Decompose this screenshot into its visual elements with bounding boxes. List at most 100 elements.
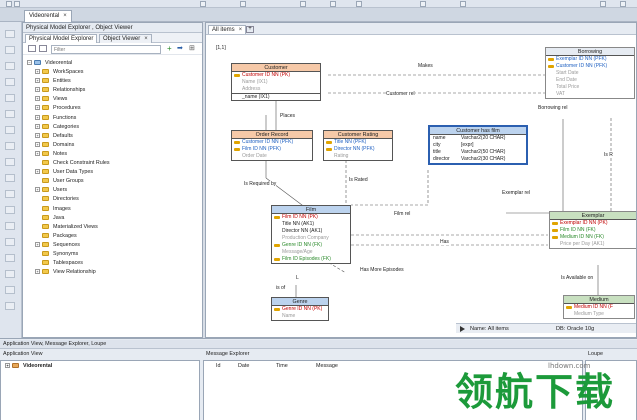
tree-item[interactable]: Java bbox=[35, 213, 64, 223]
panel-icon[interactable] bbox=[5, 302, 15, 310]
tree-item[interactable]: + User Data Types bbox=[35, 168, 93, 177]
expand-icon[interactable]: + bbox=[35, 123, 40, 129]
expand-icon[interactable]: + bbox=[5, 363, 10, 368]
expand-icon[interactable]: + bbox=[35, 105, 40, 111]
tree-item[interactable]: + View Relationship bbox=[35, 268, 96, 277]
relationship-label[interactable]: Is Required by bbox=[244, 181, 277, 187]
panel-icon[interactable] bbox=[5, 110, 15, 118]
expand-icon[interactable]: + bbox=[35, 241, 40, 247]
tree-item[interactable]: + Entities bbox=[35, 77, 71, 86]
filter-input[interactable] bbox=[51, 45, 161, 54]
panel-icon[interactable] bbox=[5, 254, 15, 262]
entity-exemplar[interactable]: Exemplar Exemplar ID NN (PK) Film ID NN … bbox=[549, 211, 636, 249]
tree-item[interactable]: Tablespaces bbox=[35, 259, 83, 268]
column-header-id[interactable]: Id bbox=[216, 363, 221, 369]
toolbar-button[interactable] bbox=[460, 1, 466, 7]
entity-customer-rating[interactable]: Customer Rating Title NN (PFK) Director … bbox=[323, 130, 393, 161]
toolbar-button[interactable] bbox=[356, 1, 362, 7]
tree-item[interactable]: + Domains bbox=[35, 141, 74, 150]
options-icon[interactable]: ⊞ bbox=[189, 44, 195, 52]
panel-icon[interactable] bbox=[5, 174, 15, 182]
toolbar-button[interactable] bbox=[420, 1, 426, 7]
close-icon[interactable]: × bbox=[144, 36, 148, 42]
expand-icon[interactable] bbox=[35, 231, 40, 237]
relationship-label[interactable]: Places bbox=[280, 113, 296, 119]
toolbar-button[interactable] bbox=[620, 1, 626, 7]
column-header-message[interactable]: Message bbox=[316, 363, 338, 369]
expand-icon[interactable] bbox=[35, 259, 40, 265]
sort-icon[interactable] bbox=[39, 45, 47, 52]
panel-icon[interactable] bbox=[5, 62, 15, 70]
tab-physical-model-explorer[interactable]: Physical Model Explorer bbox=[25, 34, 98, 43]
tree-root[interactable]: − Videorental bbox=[27, 59, 72, 68]
tree-item[interactable]: + Relationships bbox=[35, 86, 85, 95]
panel-icon[interactable] bbox=[5, 158, 15, 166]
expand-icon[interactable]: + bbox=[35, 187, 40, 193]
tree-item[interactable]: Synonyms bbox=[35, 250, 78, 259]
panel-icon[interactable] bbox=[5, 270, 15, 278]
entity-genre[interactable]: Genre Genre ID NN (PK) Name bbox=[271, 297, 329, 321]
panel-icon[interactable] bbox=[5, 94, 15, 102]
tree-item[interactable]: Images bbox=[35, 204, 71, 214]
tree-item[interactable]: Check Constraint Rules bbox=[35, 159, 110, 168]
entity-borrowing[interactable]: Borrowing Exemplar ID NN (PFK) Customer … bbox=[545, 47, 635, 99]
tree-item[interactable]: + Categories bbox=[35, 123, 79, 132]
diagram-canvas[interactable]: All items × + [1,1] Customer Customer ID… bbox=[205, 22, 637, 338]
toolbar-button[interactable] bbox=[14, 1, 20, 7]
expand-icon[interactable]: + bbox=[35, 269, 40, 275]
expand-icon[interactable]: + bbox=[35, 150, 40, 156]
tree-item[interactable]: + WorkSpaces bbox=[35, 68, 83, 77]
tree-item[interactable]: + Defaults bbox=[35, 132, 73, 141]
expand-icon[interactable]: + bbox=[35, 78, 40, 84]
relationship-label[interactable]: is of bbox=[276, 285, 286, 291]
relationship-label[interactable]: Is R bbox=[604, 152, 613, 158]
app-view-item[interactable]: + Videorental bbox=[5, 363, 52, 369]
relationship-label[interactable]: Exemplar rel bbox=[502, 190, 531, 196]
tree-item[interactable]: + Notes bbox=[35, 150, 67, 159]
tree-item[interactable]: + Functions bbox=[35, 114, 76, 123]
arrow-right-icon[interactable]: ➡ bbox=[177, 44, 183, 52]
panel-icon[interactable] bbox=[5, 126, 15, 134]
toolbar-button[interactable] bbox=[200, 1, 206, 7]
panel-icon[interactable] bbox=[5, 142, 15, 150]
tree-item[interactable]: + Views bbox=[35, 95, 67, 104]
tree-item[interactable]: User Groups bbox=[35, 177, 84, 186]
panel-icon[interactable] bbox=[5, 46, 15, 54]
expand-icon[interactable]: + bbox=[35, 114, 40, 120]
column-header-date[interactable]: Date bbox=[238, 363, 249, 369]
expand-icon[interactable]: + bbox=[35, 141, 40, 147]
panel-icon[interactable] bbox=[5, 78, 15, 86]
panel-icon[interactable] bbox=[5, 30, 15, 38]
column-header-time[interactable]: Time bbox=[276, 363, 288, 369]
toolbar-button[interactable] bbox=[240, 1, 246, 7]
tab-videorental[interactable]: Videorental × bbox=[24, 10, 72, 22]
panel-icon[interactable] bbox=[5, 190, 15, 198]
panel-icon[interactable] bbox=[5, 286, 15, 294]
expand-icon[interactable] bbox=[35, 177, 40, 183]
entity-film[interactable]: Film Film ID NN (PK) Title NN (AK1) Dire… bbox=[271, 205, 351, 264]
entity-customer[interactable]: Customer Customer ID NN (PK) Name (IX1) … bbox=[231, 63, 321, 101]
expand-icon[interactable]: + bbox=[35, 96, 40, 102]
expand-icon[interactable] bbox=[35, 195, 40, 201]
toolbar-button[interactable] bbox=[330, 1, 336, 7]
expand-icon[interactable] bbox=[35, 159, 40, 164]
expand-icon[interactable]: + bbox=[35, 169, 40, 175]
panel-icon[interactable] bbox=[5, 238, 15, 246]
tree-item[interactable]: + Sequences bbox=[35, 241, 80, 250]
panel-icon[interactable] bbox=[5, 206, 15, 214]
tree-item[interactable]: + Users bbox=[35, 186, 67, 195]
relationship-label[interactable]: Has bbox=[440, 239, 449, 245]
collapse-icon[interactable]: − bbox=[27, 60, 32, 65]
toolbar-button[interactable] bbox=[300, 1, 306, 7]
entity-order-record[interactable]: Order Record Customer ID NN (PFK) Film I… bbox=[231, 130, 313, 161]
toolbar-button[interactable] bbox=[6, 1, 12, 7]
tree-view-icon[interactable] bbox=[28, 45, 36, 52]
relationship-label[interactable]: Is Rated bbox=[349, 177, 368, 183]
relationship-label[interactable]: Borrowing rel bbox=[538, 105, 568, 111]
tab-object-viewer[interactable]: Object Viewer × bbox=[99, 34, 152, 43]
expand-icon[interactable] bbox=[35, 204, 40, 210]
panel-icon[interactable] bbox=[5, 222, 15, 230]
entity-medium[interactable]: Medium Medium ID NN (F Medium Type bbox=[563, 295, 635, 319]
expand-icon[interactable] bbox=[35, 250, 40, 255]
relationship-label[interactable]: Has More Episodes bbox=[360, 267, 404, 273]
